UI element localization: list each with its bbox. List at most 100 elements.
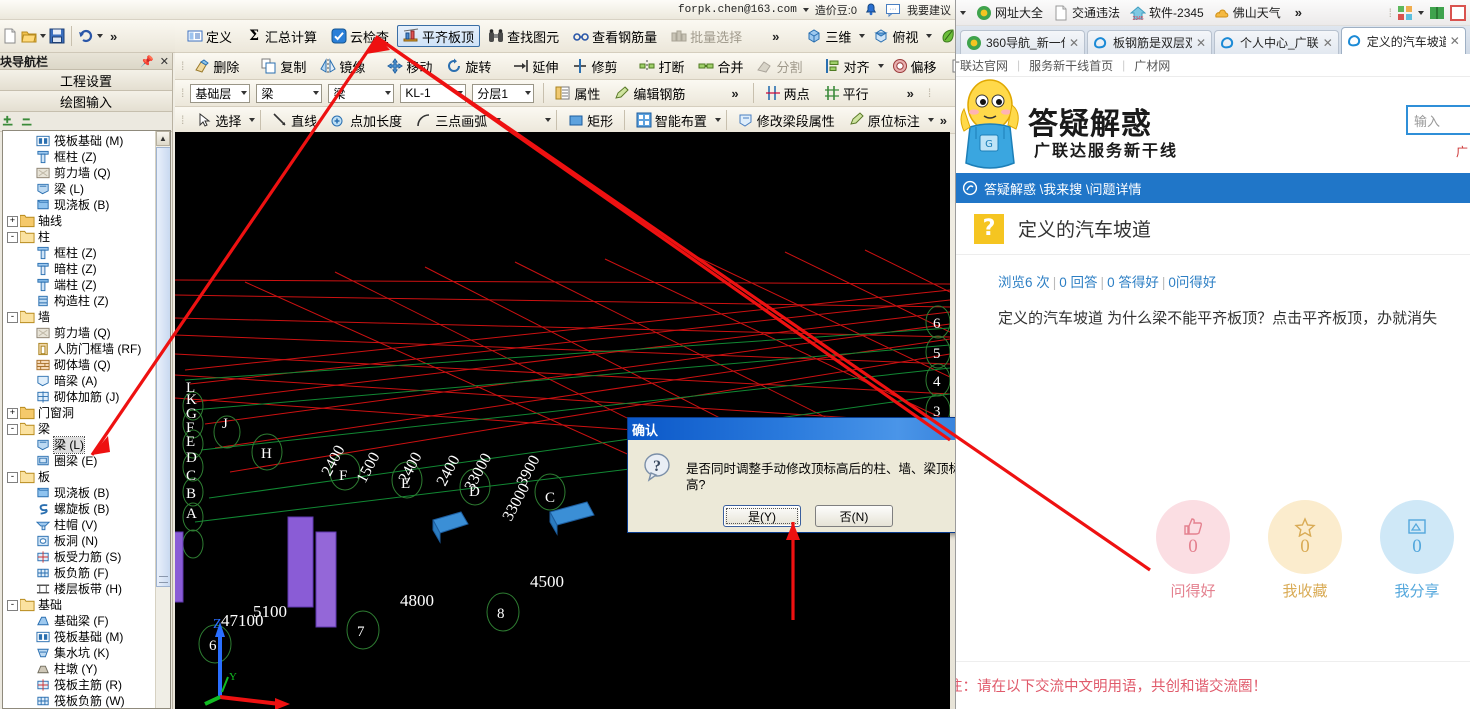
tab-close-icon[interactable]: ✕ <box>1323 36 1333 50</box>
find-element-button[interactable]: 查找图元 <box>482 25 565 47</box>
bookmark-software-2345[interactable]: 2345 软件-2345 <box>1130 4 1204 21</box>
collapse-icon[interactable]: - <box>7 471 18 483</box>
tree-item[interactable]: 梁 (L) <box>3 181 155 197</box>
arc-caret[interactable] <box>495 118 502 122</box>
mirror-button[interactable]: 镜像 <box>314 55 371 77</box>
expand-icon[interactable]: + <box>7 215 18 227</box>
breadcrumb-text[interactable]: 答疑解惑 \我来搜 \问题详情 <box>984 179 1141 198</box>
tree-item[interactable]: 人防门框墙 (RF) <box>3 341 155 357</box>
tree-item[interactable]: 柱墩 (Y) <box>3 661 155 677</box>
collapse-all-icon[interactable] <box>21 115 35 129</box>
select-caret[interactable] <box>249 118 256 122</box>
tree-item[interactable]: -板 <box>3 469 155 485</box>
in-place-annotation-button[interactable]: 原位标注 <box>843 109 926 131</box>
merge-button[interactable]: 合并 <box>692 55 749 77</box>
save-icon[interactable] <box>49 28 65 44</box>
tree-item[interactable]: 板洞 (N) <box>3 533 155 549</box>
tree-scrollbar[interactable]: ▲ <box>155 131 170 708</box>
account-email[interactable]: forpk.chen@163.com <box>678 4 797 16</box>
site-link-service-home[interactable]: 服务新干线首页 <box>1029 57 1113 74</box>
reaction-favorite[interactable]: 0 我收藏 <box>1268 500 1342 601</box>
move-button[interactable]: 移动 <box>381 55 438 77</box>
copy-button[interactable]: 复制 <box>255 55 312 77</box>
tree-item[interactable]: 楼层板带 (H) <box>3 581 155 597</box>
suggestion-label[interactable]: 我要建议 <box>907 2 951 18</box>
tree-item[interactable]: 框柱 (Z) <box>3 245 155 261</box>
category-select[interactable]: 梁 <box>256 83 323 103</box>
three-d-caret[interactable] <box>859 34 866 38</box>
tab-close-icon[interactable]: ✕ <box>1069 36 1079 50</box>
undo-caret[interactable] <box>97 34 103 38</box>
pin-icon[interactable]: 📌 <box>140 55 154 68</box>
collapse-icon[interactable]: - <box>7 599 18 611</box>
dialog-yes-button[interactable]: 是(Y) <box>723 505 801 527</box>
bookmark-foshan-weather[interactable]: 佛山天气 <box>1214 4 1281 21</box>
tab-close-icon[interactable]: ✕ <box>1196 36 1206 50</box>
ribbon1-overflow-chevron[interactable]: » <box>768 29 783 44</box>
top-view-caret[interactable] <box>926 34 933 38</box>
tree-item[interactable]: 筏板基础 (M) <box>3 133 155 149</box>
ribbon3-overflow-chevron[interactable]: » <box>727 86 742 101</box>
tree-item[interactable]: - 基础 <box>3 597 155 613</box>
subcategory-select[interactable]: 梁 <box>328 83 395 103</box>
bell-icon[interactable] <box>863 2 879 18</box>
tree-item[interactable]: 构造柱 (Z) <box>3 293 155 309</box>
modify-beam-segment-button[interactable]: 修改梁段属性 <box>732 109 841 131</box>
delete-button[interactable]: 删除 <box>188 55 245 77</box>
trim-button[interactable]: 修剪 <box>566 55 623 77</box>
open-file-icon[interactable] <box>21 28 37 44</box>
tree-item[interactable]: 集水坑 (K) <box>3 645 155 661</box>
scroll-up-button[interactable]: ▲ <box>156 131 170 146</box>
bookmark-nav-daquan[interactable]: 网址大全 <box>976 4 1043 21</box>
layer-select[interactable]: 分层1 <box>472 83 535 103</box>
top-view-button[interactable]: 俯视 <box>867 25 924 47</box>
tab-car-ramp[interactable]: 定义的汽车坡道 ✕ <box>1340 27 1466 54</box>
dynamic-observe-button[interactable]: 动态观察 <box>934 25 955 47</box>
three-d-button[interactable]: 三维 <box>800 25 857 47</box>
tree-item[interactable]: 暗梁 (A) <box>3 373 155 389</box>
suggestion-icon[interactable]: ··· <box>885 2 901 18</box>
ribbon4-gap-caret[interactable] <box>545 118 552 122</box>
search-hot-label[interactable]: 广 <box>1456 143 1468 160</box>
properties-button[interactable]: 属性 <box>549 82 606 104</box>
extend-button[interactable]: 延伸 <box>507 55 564 77</box>
account-dropdown-caret[interactable] <box>802 7 809 12</box>
tree-item[interactable]: + 轴线 <box>3 213 155 229</box>
tree-item[interactable]: -梁 <box>3 421 155 437</box>
ribbon3-right-overflow-chevron[interactable]: » <box>903 86 918 101</box>
tab-close-icon[interactable]: ✕ <box>1450 34 1460 48</box>
rectangle-button[interactable]: 矩形 <box>562 109 619 131</box>
offset-button[interactable]: 偏移 <box>886 55 943 77</box>
member-select[interactable]: KL-1 <box>400 83 467 103</box>
align-caret[interactable] <box>877 64 884 68</box>
smart-layout-button[interactable]: 智能布置 <box>630 109 713 131</box>
tree-item[interactable]: 柱帽 (V) <box>3 517 155 533</box>
tree-item[interactable]: 剪力墙 (Q) <box>3 165 155 181</box>
tree-item[interactable]: -柱 <box>3 229 155 245</box>
tree-item[interactable]: 圈梁 (E) <box>3 453 155 469</box>
tree-item[interactable]: 砌体加筋 (J) <box>3 389 155 405</box>
search-input[interactable]: 输入 <box>1406 105 1470 135</box>
reaction-share[interactable]: 0 我分享 <box>1380 500 1454 601</box>
collapse-icon[interactable]: - <box>7 231 18 243</box>
ribbon4-overflow-chevron[interactable]: » <box>936 113 951 128</box>
dialog-no-button[interactable]: 否(N) <box>815 505 893 527</box>
tree-item[interactable]: 砌体墙 (Q) <box>3 357 155 373</box>
panel-button-project-settings[interactable]: 工程设置 <box>0 70 172 91</box>
quick-access-overflow-chevron[interactable]: » <box>106 29 121 44</box>
tab-personal-center[interactable]: 个人中心_广联 ✕ <box>1214 30 1339 54</box>
annotation-caret[interactable] <box>927 118 934 122</box>
site-link-official[interactable]: 广联达官网 <box>956 57 1008 74</box>
tree-item[interactable]: 梁 (L) <box>3 436 155 454</box>
tab-slab-rebar[interactable]: 板钢筋是双层双 ✕ <box>1087 30 1212 54</box>
tree-item[interactable]: 暗柱 (Z) <box>3 261 155 277</box>
module-tree[interactable]: 筏板基础 (M) 框柱 (Z) 剪力墙 (Q) 梁 (L) 现浇板 (B) + 轴线 - 柱框柱… <box>3 131 155 708</box>
apps-grid-icon[interactable] <box>1397 5 1413 21</box>
expand-icon[interactable]: + <box>7 407 18 419</box>
edit-rebar-button[interactable]: 编辑钢筋 <box>608 82 691 104</box>
undo-icon[interactable] <box>78 28 94 44</box>
summary-calc-button[interactable]: Σ 汇总计算 <box>240 25 323 47</box>
view-rebar-button[interactable]: 查看钢筋量 <box>567 25 663 47</box>
chevron-double-right-icon[interactable]: » <box>1291 5 1306 20</box>
tree-item[interactable]: 框柱 (Z) <box>3 149 155 165</box>
